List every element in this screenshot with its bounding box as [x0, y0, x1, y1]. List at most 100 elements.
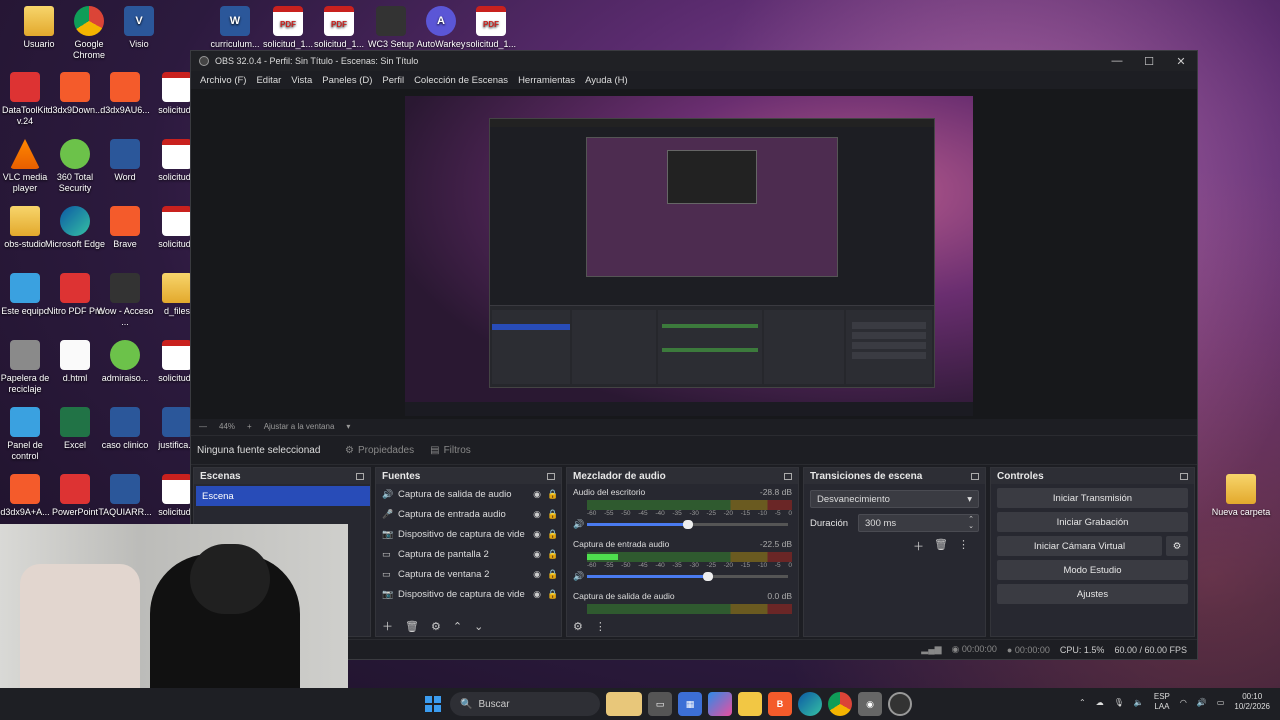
properties-button[interactable]: ⚙ Propiedades: [337, 445, 422, 456]
eye-icon[interactable]: ◉: [529, 529, 545, 540]
eye-icon[interactable]: ◉: [529, 489, 545, 500]
settings-button[interactable]: Ajustes: [997, 584, 1188, 604]
advanced-audio-icon[interactable]: ⚙: [573, 620, 583, 633]
brave-icon[interactable]: B: [768, 692, 792, 716]
camera-icon[interactable]: ◉: [858, 692, 882, 716]
undock-icon[interactable]: [1180, 472, 1188, 480]
duration-spinbox[interactable]: 300 ms ⌃ ⌄: [858, 514, 979, 532]
slider-knob[interactable]: [682, 520, 693, 529]
volume-slider[interactable]: [587, 572, 788, 581]
scale-tick: -5: [774, 562, 781, 569]
channel-header: Audio del escritorio -28.8 dB: [573, 487, 792, 497]
undock-icon[interactable]: [547, 472, 555, 480]
studio-mode-button[interactable]: Modo Estudio: [997, 560, 1188, 580]
scene-item[interactable]: Escena: [196, 486, 370, 506]
virtual-camera-settings-icon[interactable]: ⚙: [1166, 536, 1188, 556]
lock-icon[interactable]: 🔒: [545, 529, 561, 540]
source-item[interactable]: ▭ Captura de pantalla 2 ◉ 🔒: [376, 544, 561, 564]
menu-item[interactable]: Editar: [251, 75, 286, 86]
copilot-icon[interactable]: [708, 692, 732, 716]
menu-item[interactable]: Paneles (D): [317, 75, 377, 86]
lock-icon[interactable]: 🔒: [545, 569, 561, 580]
filters-button[interactable]: ▤ Filtros: [422, 445, 479, 456]
arrow-up-icon[interactable]: ⌃: [453, 620, 462, 633]
lock-icon[interactable]: 🔒: [545, 509, 561, 520]
green-icon: [110, 340, 140, 370]
wifi-icon[interactable]: ◠: [1180, 698, 1187, 707]
eye-icon[interactable]: ◉: [529, 569, 545, 580]
menu-item[interactable]: Herramientas: [513, 75, 580, 86]
preview-canvas[interactable]: [405, 96, 973, 416]
store-icon[interactable]: ▦: [678, 692, 702, 716]
trash-icon[interactable]: 🗑: [405, 620, 419, 633]
menu-item[interactable]: Colección de Escenas: [409, 75, 513, 86]
desktop-icon-nueva-carpeta[interactable]: Nueva carpeta: [1210, 474, 1272, 518]
start-icon[interactable]: [422, 693, 444, 715]
chrome-icon[interactable]: [828, 692, 852, 716]
mixer-channels: Audio del escritorio -28.8 dB -60 -55 -50 -45…: [567, 484, 798, 614]
volume-icon[interactable]: 🔈: [1134, 698, 1144, 707]
duration-label: Duración: [810, 517, 849, 529]
menu-item[interactable]: Vista: [286, 75, 317, 86]
chevron-up-icon[interactable]: ⌃: [1079, 698, 1086, 707]
taskbar-search[interactable]: 🔍 Buscar: [450, 692, 600, 716]
battery-icon[interactable]: ▭: [1217, 698, 1225, 707]
close-icon[interactable]: ✕: [1165, 55, 1197, 68]
clock[interactable]: 00:10 10/2/2026: [1234, 692, 1270, 712]
eye-icon[interactable]: ◉: [529, 509, 545, 520]
obs-icon[interactable]: [888, 692, 912, 716]
mixer-channel: Captura de entrada audio -22.5 dB -60 -55 -5…: [567, 536, 798, 588]
trash-icon[interactable]: 🗑: [934, 538, 948, 554]
lock-icon[interactable]: 🔒: [545, 549, 561, 560]
zoom-out-icon[interactable]: —: [199, 422, 207, 431]
more-icon[interactable]: ⋮: [595, 620, 606, 633]
more-icon[interactable]: ⋮: [958, 538, 969, 554]
start-streaming-button[interactable]: Iniciar Transmisión: [997, 488, 1188, 508]
mixer-dock-header: Mezclador de audio: [567, 468, 798, 484]
task-view-icon[interactable]: ▭: [648, 692, 672, 716]
source-item[interactable]: 📷 Dispositivo de captura de vide ◉ 🔒: [376, 524, 561, 544]
slider-knob[interactable]: [702, 572, 713, 581]
chevron-down-icon[interactable]: ▾: [346, 422, 350, 431]
eye-icon[interactable]: ◉: [529, 589, 545, 600]
undock-icon[interactable]: [356, 472, 364, 480]
volume-icon[interactable]: 🔊: [573, 519, 587, 530]
start-virtual-camera-button[interactable]: Iniciar Cámara Virtual: [997, 536, 1162, 556]
eye-icon[interactable]: ◉: [529, 549, 545, 560]
maximize-icon[interactable]: ☐: [1133, 55, 1165, 68]
edge-icon[interactable]: [798, 692, 822, 716]
widget-icon[interactable]: [606, 692, 642, 716]
speaker-icon[interactable]: 🔊: [1197, 698, 1207, 707]
transition-select[interactable]: Desvanecimiento ▾: [810, 490, 979, 508]
undock-icon[interactable]: [971, 472, 979, 480]
volume-slider[interactable]: [587, 520, 788, 529]
source-item[interactable]: 📷 Dispositivo de captura de vide ◉ 🔒: [376, 584, 561, 604]
source-item[interactable]: ▭ Captura de ventana 2 ◉ 🔒: [376, 564, 561, 584]
desktop-icon[interactable]: PDF solicitud_1...: [460, 6, 522, 50]
undock-icon[interactable]: [784, 472, 792, 480]
microphone-icon[interactable]: 🎙: [1114, 698, 1124, 707]
zoom-in-icon[interactable]: +: [247, 422, 252, 431]
add-icon[interactable]: ＋: [382, 618, 393, 634]
vlc-icon: [10, 139, 40, 169]
menu-item[interactable]: Perfil: [377, 75, 409, 86]
desktop-icon[interactable]: V Visio: [108, 6, 170, 50]
gear-icon[interactable]: ⚙: [431, 620, 441, 633]
onedrive-icon[interactable]: ☁: [1096, 698, 1104, 707]
file-explorer-icon[interactable]: [738, 692, 762, 716]
source-item[interactable]: 🔊 Captura de salida de audio ◉ 🔒: [376, 484, 561, 504]
language-indicator[interactable]: ESP LAA: [1154, 692, 1170, 712]
menu-item[interactable]: Ayuda (H): [580, 75, 633, 86]
lock-icon[interactable]: 🔒: [545, 489, 561, 500]
fit-window-label[interactable]: Ajustar a la ventana: [264, 422, 335, 431]
minimize-icon[interactable]: —: [1101, 55, 1133, 68]
menu-item[interactable]: Archivo (F): [195, 75, 251, 86]
source-item[interactable]: 🎤 Captura de entrada audio ◉ 🔒: [376, 504, 561, 524]
search-label: Buscar: [478, 698, 510, 710]
pdf-icon: [162, 72, 192, 102]
lock-icon[interactable]: 🔒: [545, 589, 561, 600]
add-icon[interactable]: ＋: [913, 538, 924, 554]
volume-icon[interactable]: 🔊: [573, 571, 587, 582]
arrow-down-icon[interactable]: ⌄: [474, 620, 483, 633]
start-recording-button[interactable]: Iniciar Grabación: [997, 512, 1188, 532]
